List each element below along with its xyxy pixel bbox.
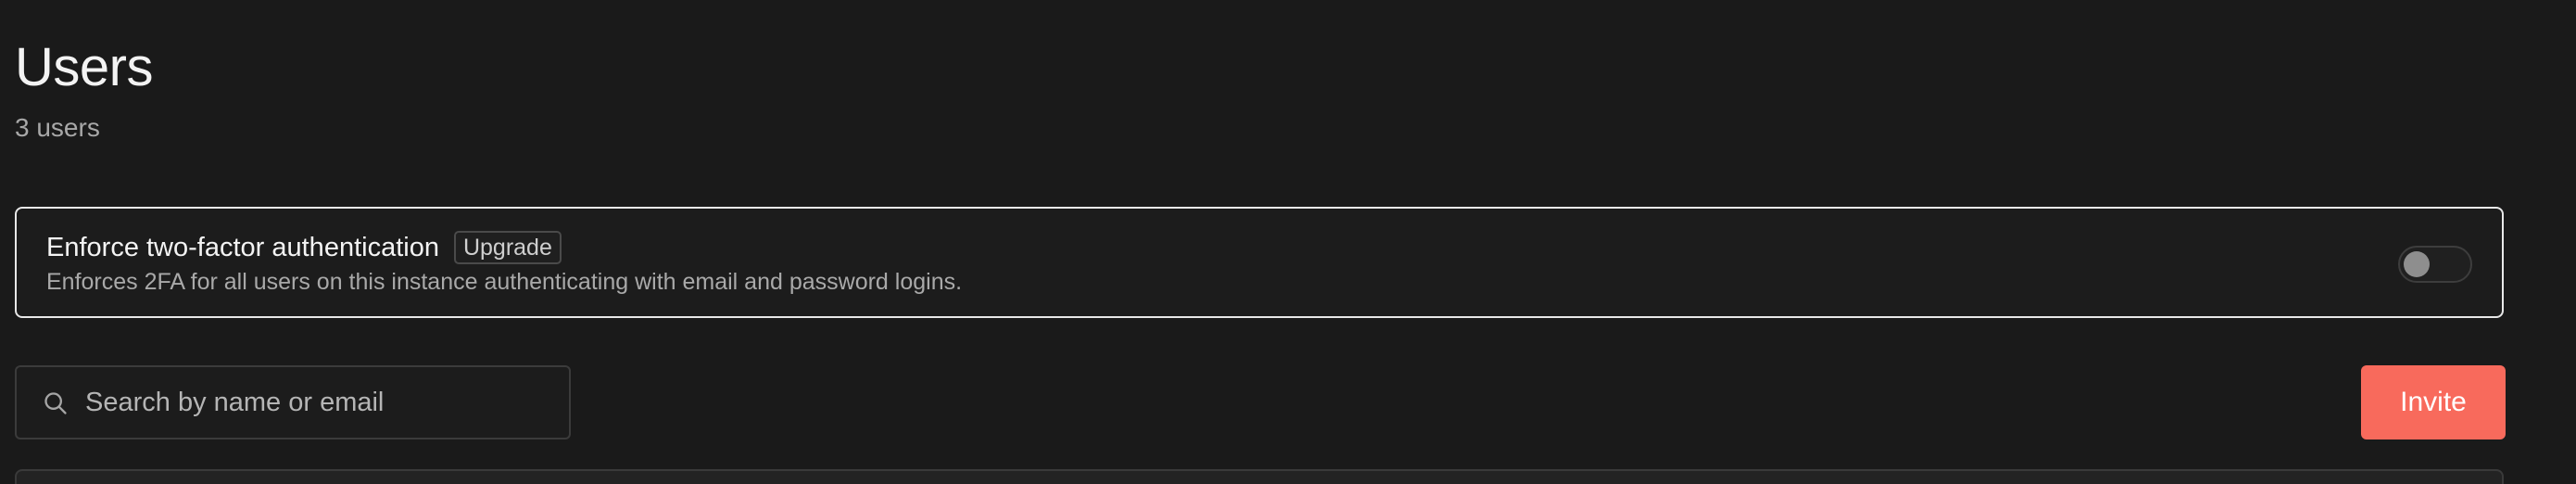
two-factor-card: Enforce two-factor authentication Upgrad…: [15, 207, 2504, 318]
invite-button[interactable]: Invite: [2361, 365, 2506, 439]
search-box[interactable]: [15, 365, 571, 439]
two-factor-toggle[interactable]: [2398, 246, 2472, 283]
toggle-knob: [2404, 251, 2430, 277]
user-count: 3 users: [15, 113, 100, 142]
users-table: [15, 469, 2504, 484]
users-page: Users 3 users Enforce two-factor authent…: [0, 0, 2576, 484]
search-input[interactable]: [85, 367, 549, 438]
page-title: Users: [15, 37, 153, 97]
two-factor-title-row: Enforce two-factor authentication Upgrad…: [46, 231, 562, 264]
two-factor-description: Enforces 2FA for all users on this insta…: [46, 269, 963, 295]
two-factor-title: Enforce two-factor authentication: [46, 233, 439, 262]
search-icon: [44, 392, 67, 414]
upgrade-badge[interactable]: Upgrade: [453, 231, 562, 264]
